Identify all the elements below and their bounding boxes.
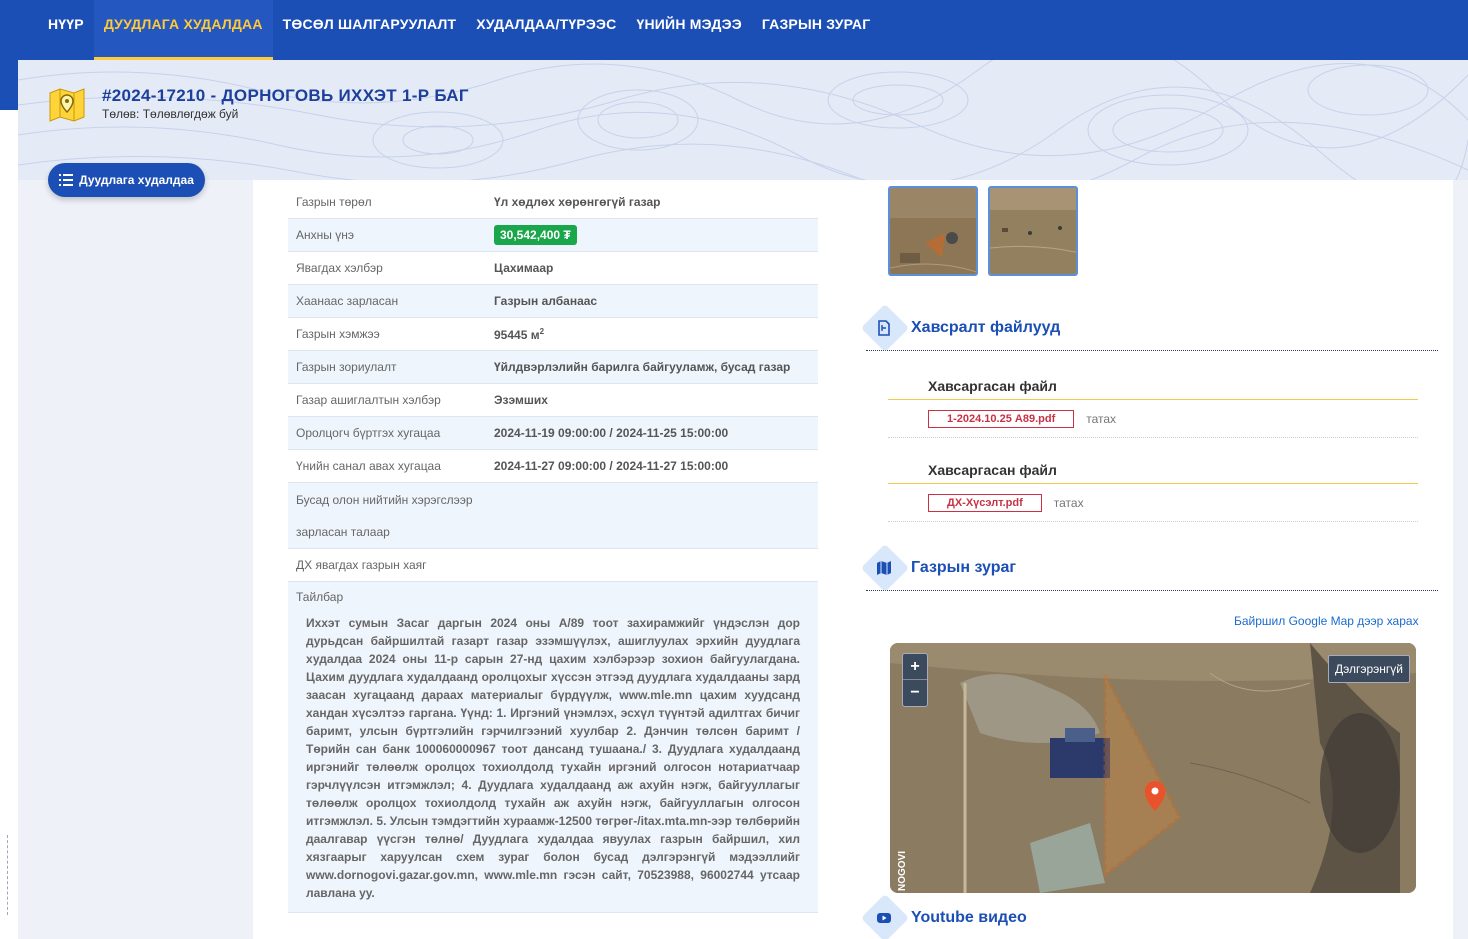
price-badge: 30,542,400 ₮: [494, 225, 577, 245]
download-link[interactable]: татах: [1054, 496, 1084, 510]
photo-image: [890, 188, 976, 274]
table-row: Хаанаас зарласан Газрын албанаас: [288, 285, 818, 318]
row-key: Хаанаас зарласан: [296, 294, 399, 308]
row-value: Цахимаар: [494, 261, 554, 275]
nav-menu: НҮҮР ДУУДЛАГА ХУДАЛДАА ТӨСӨЛ ШАЛГАРУУЛАЛ…: [38, 0, 880, 60]
map-detail-button[interactable]: Дэлгэрэнгүй: [1328, 655, 1410, 683]
area-unit-sup: 2: [539, 326, 545, 336]
map-widget[interactable]: + − Дэлгэрэнгүй NOGOVI: [890, 643, 1416, 893]
google-map-link[interactable]: Байршил Google Map дээр харах: [1234, 614, 1419, 628]
row-value: 30,542,400 ₮: [494, 225, 818, 245]
nav-item-map[interactable]: ГАЗРЫН ЗУРАГ: [752, 0, 880, 60]
row-key: Оролцогч бүртгэх хугацаа: [296, 426, 441, 440]
download-link[interactable]: татах: [1086, 412, 1116, 426]
attachment-item: Хавсаргасан файл 1-2024.10.25 А89.pdf та…: [888, 378, 1418, 438]
row-key: Газар ашиглалтын хэлбэр: [296, 393, 441, 407]
row-key: Газрын төрөл: [296, 195, 372, 209]
attachment-row: ДХ-Хүсэлт.pdf татах: [888, 484, 1418, 522]
table-row: Явагдах хэлбэр Цахимаар: [288, 252, 818, 285]
nav-item-sale-rent[interactable]: ХУДАЛДАА/ТҮРЭЭС: [466, 0, 626, 60]
nav-item-price-info[interactable]: ҮНИЙН МЭДЭЭ: [627, 0, 752, 60]
row-key: Үнийн санал авах хугацаа: [296, 459, 441, 473]
nav-left-strip: [0, 0, 18, 110]
row-value: 2024-11-27 09:00:00 / 2024-11-27 15:00:0…: [494, 459, 729, 473]
left-edge: [0, 110, 18, 939]
photo-thumbnail-2[interactable]: [988, 186, 1078, 276]
auction-menu-button[interactable]: Дуудлага худалдаа: [48, 163, 205, 197]
page-header: #2024-17210 - ДОРНОГОВЬ ИХХЭТ 1-Р БАГ Тө…: [18, 60, 1468, 180]
public-announce-key-line1: Бусад олон нийтийн хэрэгслээр: [296, 493, 473, 507]
row-value: 2024-11-19 09:00:00 / 2024-11-25 15:00:0…: [494, 426, 729, 440]
attachment-file-name[interactable]: ДХ-Хүсэлт.pdf: [928, 493, 1042, 512]
table-row: Анхны үнэ 30,542,400 ₮: [288, 219, 818, 252]
attachment-heading: Хавсаргасан файл: [888, 378, 1418, 400]
photo-image: [990, 188, 1076, 274]
description-block: Тайлбар Иххэт сумын Засаг даргын 2024 он…: [288, 582, 818, 913]
row-key: Газрын зориулалт: [296, 360, 397, 374]
youtube-header: Youtube видео: [860, 893, 1438, 939]
file-icon: [878, 320, 890, 336]
left-dashed-border: [0, 835, 8, 915]
public-announce-key-line2: зарласан талаар: [296, 525, 390, 539]
youtube-title: Youtube видео: [911, 909, 1027, 926]
info-table: Газрын төрөл Үл хөдлөх хөрөнгөгүй газар …: [288, 186, 818, 913]
map-place-label: NOGOVI: [897, 850, 908, 891]
map-section-header: Газрын зураг: [860, 543, 1438, 593]
auction-menu-label: Дуудлага худалдаа: [79, 173, 194, 187]
attachment-file-name[interactable]: 1-2024.10.25 А89.pdf: [928, 409, 1075, 428]
status-text: Төлөв: Төлөвлөгдөж буй: [102, 107, 239, 121]
nav-item-home[interactable]: НҮҮР: [38, 0, 94, 60]
row-value: 95445 м2: [494, 327, 818, 342]
table-row: Газар ашиглалтын хэлбэр Эзэмших: [288, 384, 818, 417]
map-pin-icon: [49, 88, 85, 122]
zoom-out-button[interactable]: −: [903, 680, 927, 706]
photo-thumbnail-1[interactable]: [888, 186, 978, 276]
zoom-in-button[interactable]: +: [903, 654, 927, 680]
row-value: Эзэмших: [494, 393, 548, 407]
row-key: Бусад олон нийтийн хэрэгслээр зарласан т…: [288, 483, 818, 548]
table-row: Бусад олон нийтийн хэрэгслээр зарласан т…: [288, 483, 818, 549]
table-row: Газрын төрөл Үл хөдлөх хөрөнгөгүй газар: [288, 186, 818, 219]
description-text: Иххэт сумын Засаг даргын 2024 оны А/89 т…: [306, 616, 800, 900]
nav-item-project-selection[interactable]: ТӨСӨЛ ШАЛГАРУУЛАЛТ: [273, 0, 467, 60]
row-value: Үл хөдлөх хөрөнгөгүй газар: [494, 195, 661, 209]
table-row: Газрын зориулалт Үйлдвэрлэлийн барилга б…: [288, 351, 818, 384]
left-sidebar: [18, 180, 253, 939]
row-key: Анхны үнэ: [296, 228, 354, 242]
attachment-heading: Хавсаргасан файл: [888, 462, 1418, 484]
page-title: #2024-17210 - ДОРНОГОВЬ ИХХЭТ 1-Р БАГ: [102, 86, 469, 105]
area-value: 95445 м: [494, 327, 540, 342]
nav-item-auction[interactable]: ДУУДЛАГА ХУДАЛДАА: [93, 0, 273, 60]
table-row: Газрын хэмжээ 95445 м2: [288, 318, 818, 351]
table-row: ДХ явагдах газрын хаяг: [288, 549, 818, 582]
attachment-item: Хавсаргасан файл ДХ-Хүсэлт.pdf татах: [888, 462, 1418, 522]
row-key: ДХ явагдах газрын хаяг: [296, 558, 427, 572]
attachments-header: Хавсралт файлууд: [860, 303, 1438, 353]
attachment-row: 1-2024.10.25 А89.pdf татах: [888, 400, 1418, 438]
row-value: Үйлдвэрлэлийн барилга байгууламж, бусад …: [494, 360, 791, 374]
row-key: Явагдах хэлбэр: [296, 261, 383, 275]
attachments-title: Хавсралт файлууд: [911, 319, 1061, 336]
row-key: Газрын хэмжээ: [296, 327, 380, 341]
description-label: Тайлбар: [296, 590, 344, 604]
table-row: Оролцогч бүртгэх хугацаа 2024-11-19 09:0…: [288, 417, 818, 450]
map-section-title: Газрын зураг: [911, 559, 1017, 576]
row-value: Газрын албанаас: [494, 294, 598, 308]
youtube-icon: [877, 913, 891, 923]
zoom-controls: + −: [902, 653, 928, 707]
list-icon: [59, 174, 74, 186]
top-nav: НҮҮР ДУУДЛАГА ХУДАЛДАА ТӨСӨЛ ШАЛГАРУУЛАЛ…: [0, 0, 1468, 60]
map-icon: [877, 561, 891, 575]
table-row: Үнийн санал авах хугацаа 2024-11-27 09:0…: [288, 450, 818, 483]
